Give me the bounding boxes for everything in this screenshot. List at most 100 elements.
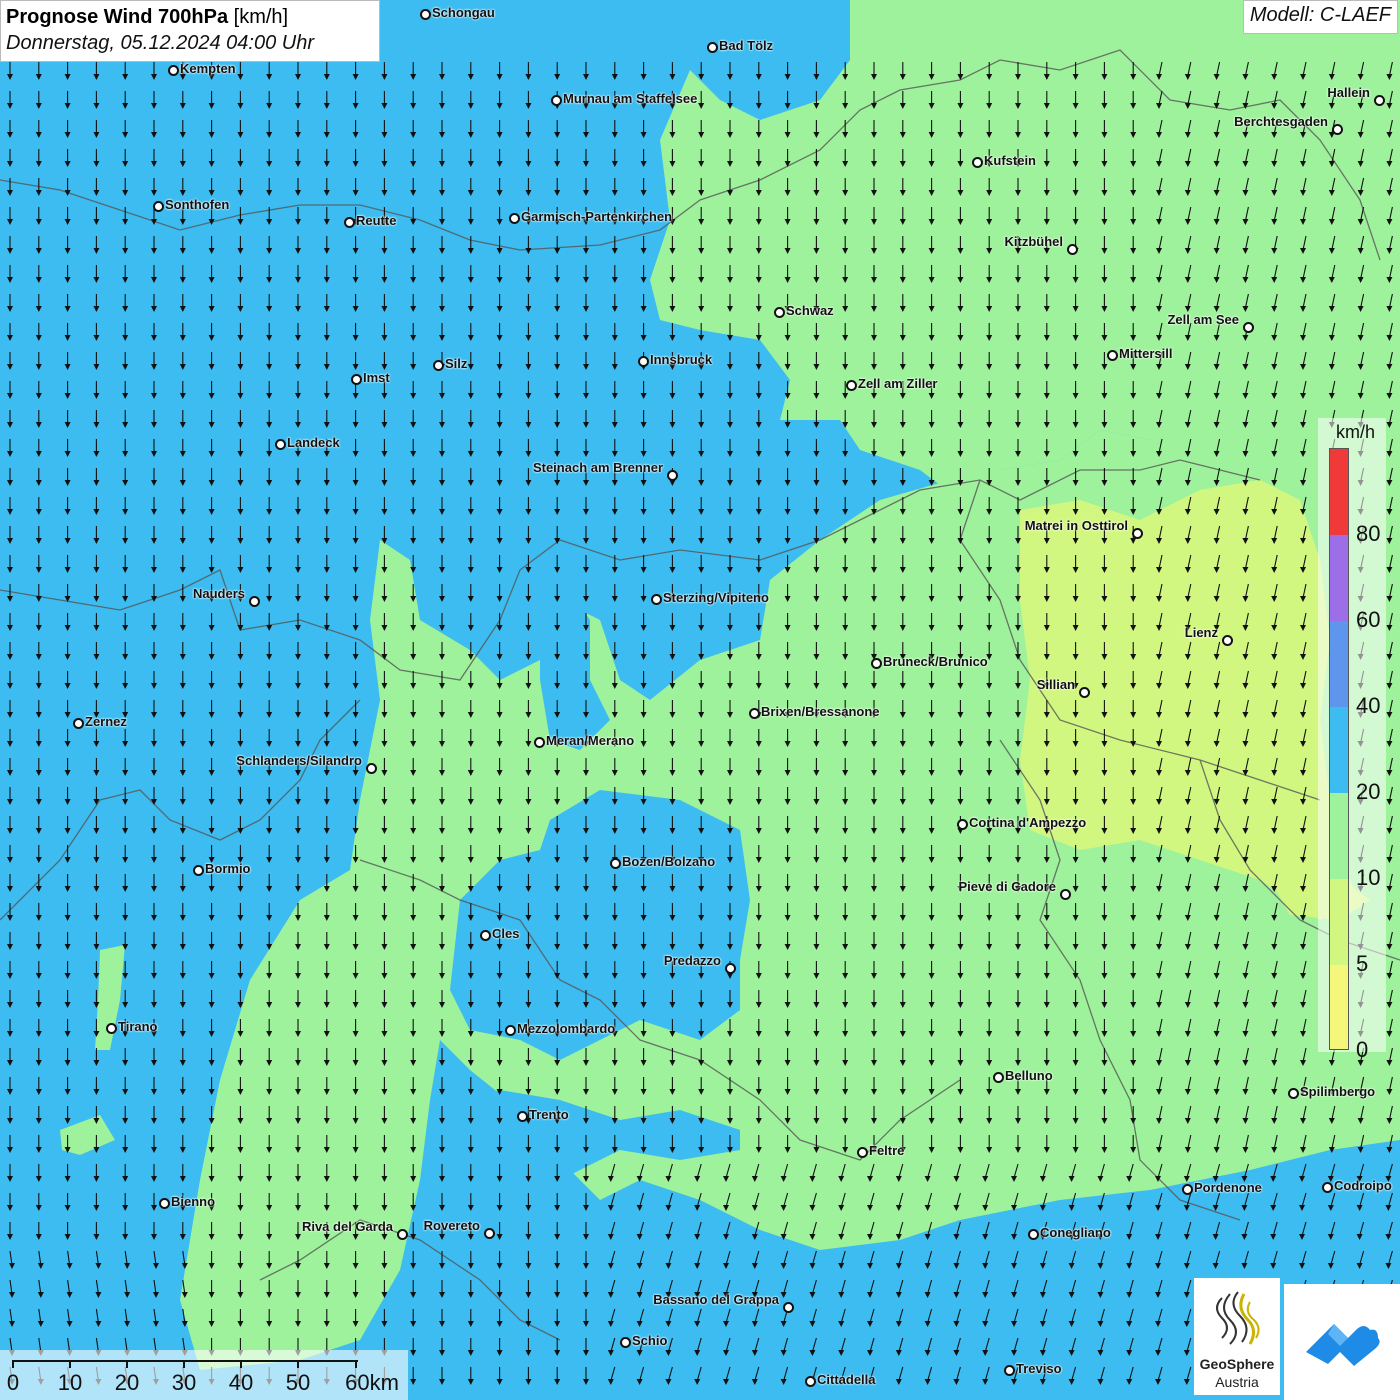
- city-label[interactable]: Mezzolombardo: [517, 1021, 615, 1036]
- city-label[interactable]: Bormio: [205, 861, 251, 876]
- city-marker-icon[interactable]: [193, 865, 204, 876]
- city-marker-icon[interactable]: [106, 1023, 117, 1034]
- city-marker-icon[interactable]: [1132, 528, 1143, 539]
- city-marker-icon[interactable]: [871, 658, 882, 669]
- city-marker-icon[interactable]: [534, 737, 545, 748]
- city-marker-icon[interactable]: [159, 1198, 170, 1209]
- city-marker-icon[interactable]: [620, 1337, 631, 1348]
- city-marker-icon[interactable]: [638, 356, 649, 367]
- city-marker-icon[interactable]: [1222, 635, 1233, 646]
- city-label[interactable]: Sillian: [1037, 677, 1075, 692]
- city-label[interactable]: Pordenone: [1194, 1180, 1262, 1195]
- city-marker-icon[interactable]: [509, 213, 520, 224]
- city-marker-icon[interactable]: [1060, 889, 1071, 900]
- city-label[interactable]: Matrei in Osttirol: [1025, 518, 1128, 533]
- city-marker-icon[interactable]: [1243, 322, 1254, 333]
- city-label[interactable]: Kitzbühel: [1005, 234, 1064, 249]
- city-label[interactable]: Kempten: [180, 61, 236, 76]
- city-label[interactable]: Treviso: [1016, 1361, 1062, 1376]
- city-label[interactable]: Rovereto: [424, 1218, 480, 1233]
- city-marker-icon[interactable]: [725, 963, 736, 974]
- city-label[interactable]: Sonthofen: [165, 197, 229, 212]
- city-marker-icon[interactable]: [846, 380, 857, 391]
- city-label[interactable]: Garmisch-Partenkirchen: [521, 209, 672, 224]
- geosphere-logo[interactable]: GeoSphere Austria: [1194, 1278, 1280, 1395]
- city-label[interactable]: Tirano: [118, 1019, 158, 1034]
- city-marker-icon[interactable]: [351, 374, 362, 385]
- city-label[interactable]: Berchtesgaden: [1234, 114, 1328, 129]
- city-marker-icon[interactable]: [505, 1025, 516, 1036]
- city-marker-icon[interactable]: [857, 1147, 868, 1158]
- city-label[interactable]: Bozen/Bolzano: [622, 854, 715, 869]
- city-marker-icon[interactable]: [774, 307, 785, 318]
- city-label[interactable]: Codroipo: [1334, 1178, 1392, 1193]
- city-marker-icon[interactable]: [366, 763, 377, 774]
- city-label[interactable]: Trento: [529, 1107, 569, 1122]
- city-label[interactable]: Conegliano: [1040, 1225, 1111, 1240]
- city-marker-icon[interactable]: [1332, 124, 1343, 135]
- city-marker-icon[interactable]: [993, 1072, 1004, 1083]
- city-label[interactable]: Steinach am Brenner: [533, 460, 663, 475]
- city-label[interactable]: Zell am Ziller: [858, 376, 937, 391]
- city-label[interactable]: Riva del Garda: [302, 1219, 393, 1234]
- city-label[interactable]: Nauders: [193, 586, 245, 601]
- city-label[interactable]: Murnau am Staffelsee: [563, 91, 697, 106]
- city-label[interactable]: Bad Tölz: [719, 38, 773, 53]
- city-marker-icon[interactable]: [1374, 95, 1385, 106]
- city-label[interactable]: Imst: [363, 370, 390, 385]
- city-marker-icon[interactable]: [1288, 1088, 1299, 1099]
- city-label[interactable]: Schongau: [432, 5, 495, 20]
- city-marker-icon[interactable]: [667, 470, 678, 481]
- city-marker-icon[interactable]: [420, 9, 431, 20]
- city-label[interactable]: Schwaz: [786, 303, 834, 318]
- city-label[interactable]: Predazzo: [664, 953, 721, 968]
- city-marker-icon[interactable]: [1322, 1182, 1333, 1193]
- city-label[interactable]: Silz: [445, 356, 467, 371]
- city-marker-icon[interactable]: [484, 1228, 495, 1239]
- city-label[interactable]: Schio: [632, 1333, 667, 1348]
- city-label[interactable]: Spilimbergo: [1300, 1084, 1375, 1099]
- city-marker-icon[interactable]: [1004, 1365, 1015, 1376]
- city-label[interactable]: Sterzing/Vipiteno: [663, 590, 769, 605]
- city-label[interactable]: Bruneck/Brunico: [883, 654, 988, 669]
- city-marker-icon[interactable]: [610, 858, 621, 869]
- city-marker-icon[interactable]: [551, 95, 562, 106]
- city-marker-icon[interactable]: [707, 42, 718, 53]
- city-label[interactable]: Cles: [492, 926, 519, 941]
- city-marker-icon[interactable]: [517, 1111, 528, 1122]
- city-marker-icon[interactable]: [651, 594, 662, 605]
- city-marker-icon[interactable]: [1182, 1184, 1193, 1195]
- city-label[interactable]: Zernez: [85, 714, 127, 729]
- city-marker-icon[interactable]: [433, 360, 444, 371]
- city-label[interactable]: Lienz: [1185, 625, 1218, 640]
- city-marker-icon[interactable]: [749, 708, 760, 719]
- city-label[interactable]: Cittadella: [817, 1372, 876, 1387]
- city-label[interactable]: Schlanders/Silandro: [236, 753, 362, 768]
- city-marker-icon[interactable]: [153, 201, 164, 212]
- city-marker-icon[interactable]: [480, 930, 491, 941]
- city-marker-icon[interactable]: [73, 718, 84, 729]
- city-marker-icon[interactable]: [344, 217, 355, 228]
- city-marker-icon[interactable]: [1079, 687, 1090, 698]
- city-marker-icon[interactable]: [972, 157, 983, 168]
- city-label[interactable]: Zell am See: [1167, 312, 1239, 327]
- city-marker-icon[interactable]: [275, 439, 286, 450]
- city-marker-icon[interactable]: [805, 1376, 816, 1387]
- city-label[interactable]: Brixen/Bressanone: [761, 704, 880, 719]
- city-marker-icon[interactable]: [397, 1229, 408, 1240]
- city-label[interactable]: Belluno: [1005, 1068, 1053, 1083]
- app-logo[interactable]: [1284, 1284, 1400, 1400]
- city-label[interactable]: Innsbruck: [650, 352, 712, 367]
- city-label[interactable]: Mittersill: [1119, 346, 1172, 361]
- city-label[interactable]: Bienno: [171, 1194, 215, 1209]
- city-marker-icon[interactable]: [1107, 350, 1118, 361]
- city-marker-icon[interactable]: [1067, 244, 1078, 255]
- city-label[interactable]: Cortina d'Ampezzo: [969, 815, 1086, 830]
- city-marker-icon[interactable]: [249, 596, 260, 607]
- city-label[interactable]: Hallein: [1327, 85, 1370, 100]
- city-label[interactable]: Reutte: [356, 213, 396, 228]
- city-label[interactable]: Kufstein: [984, 153, 1036, 168]
- city-label[interactable]: Pieve di Cadore: [958, 879, 1056, 894]
- city-label[interactable]: Bassano del Grappa: [653, 1292, 779, 1307]
- city-label[interactable]: Landeck: [287, 435, 340, 450]
